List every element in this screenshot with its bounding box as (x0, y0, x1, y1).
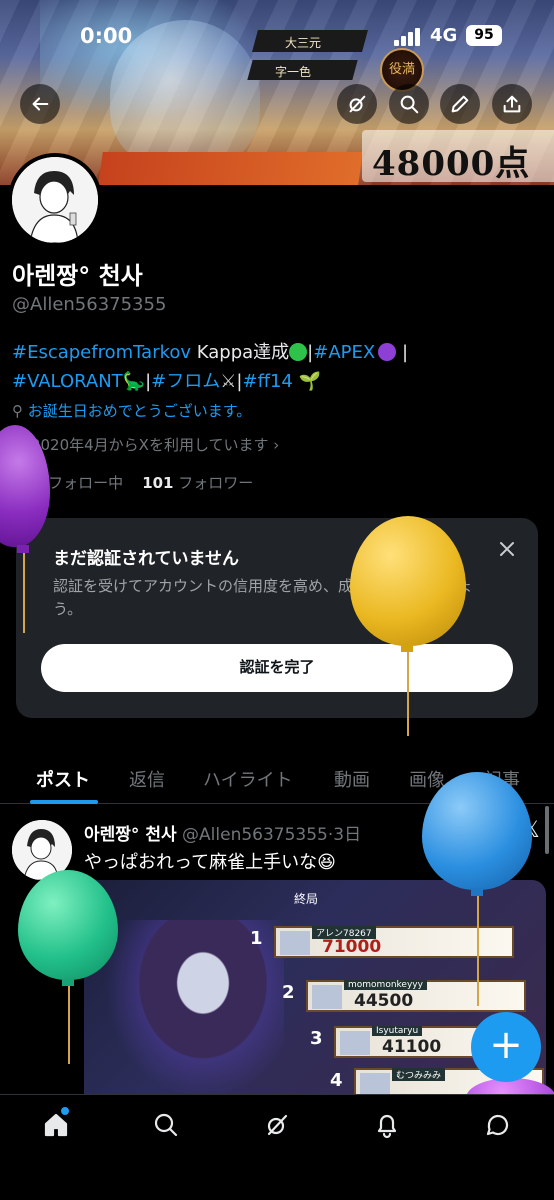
back-button[interactable] (20, 84, 60, 124)
back-arrow-icon (32, 97, 49, 111)
media-rank-row: 2 momomonkeyyy 44500 (282, 980, 526, 1012)
verify-card: まだ認証されていません 認証を受けてアカウントの信用度を高め、成長につなげましょ… (16, 518, 538, 718)
share-icon (503, 95, 521, 113)
banner-red-strip (97, 152, 363, 185)
pencil-icon (451, 95, 469, 113)
active-tab-indicator (30, 800, 98, 804)
media-player-name: むつみみみ (392, 1068, 446, 1081)
purple-circle-emoji (378, 343, 397, 361)
profile-avatar[interactable] (8, 153, 102, 247)
media-rank: 2 (282, 982, 295, 1003)
nav-search[interactable] (152, 1111, 180, 1139)
profile-bio: #EscapefromTarkov Kappa達成 |#APEX | #VALOR… (12, 342, 409, 392)
bell-icon (377, 1114, 397, 1139)
followers-count: 101 (142, 474, 174, 492)
joined-text: 2020年4月からXを利用しています (30, 436, 269, 454)
media-avatar (312, 985, 342, 1009)
birthday-text: お誕生日おめでとうございます。 (27, 402, 252, 420)
bio-hashtag-apex[interactable]: #APEX (313, 342, 375, 363)
birthday-row: ⚲ お誕生日おめでとうございます。 (12, 400, 251, 421)
avatar-drawing (12, 157, 98, 243)
following-label: フォロー中 (48, 474, 124, 492)
grok-icon (267, 1114, 288, 1136)
profile-handle: @Allen56375355 (12, 294, 167, 315)
followers-link[interactable]: 101 フォロワー (142, 474, 253, 492)
seedling-emoji: 🌱 (298, 371, 322, 392)
media-player-score: 44500 (354, 991, 414, 1011)
nav-home[interactable] (42, 1111, 70, 1139)
media-avatar (340, 1031, 370, 1055)
banner-score: 48000点 (372, 144, 531, 184)
home-icon (44, 1113, 68, 1137)
media-rank: 4 (330, 1070, 343, 1091)
tab-replies[interactable]: 返信 (129, 766, 165, 792)
nav-grok[interactable] (263, 1111, 291, 1139)
search-icon (154, 1113, 178, 1137)
banner-plate-2-text: 字一色 (275, 65, 312, 79)
post-time: ·3日 (327, 825, 362, 845)
followers-label: フォロワー (178, 474, 254, 492)
media-rank: 1 (250, 928, 263, 949)
post-header: 아렌짱° 천사 @Allen56375355·3日 (84, 820, 361, 845)
bio-hashtag-ff14[interactable]: #ff14 (242, 371, 292, 392)
location-pin-icon: ⚲ (12, 402, 23, 420)
compose-button[interactable]: + (471, 1012, 541, 1082)
status-bar: 0:00 4G 95 (0, 22, 554, 56)
media-avatar (360, 1073, 390, 1094)
chevron-right-icon: › (273, 436, 280, 454)
green-circle-emoji (289, 343, 308, 361)
tab-highlights[interactable]: ハイライト (203, 766, 293, 792)
network-label: 4G (430, 25, 458, 46)
signal-icon (394, 28, 424, 46)
media-rank: 3 (310, 1028, 323, 1049)
bio-hashtag-from[interactable]: #フロム (151, 371, 220, 392)
media-header: 終局 (294, 892, 319, 906)
post-text: やっぱおれって麻雀上手いな😆 (84, 852, 336, 873)
plus-icon: + (489, 1022, 523, 1068)
bio-text-kappa: Kappa達成 (191, 342, 290, 363)
media-player-score: 71000 (322, 937, 382, 957)
message-icon (486, 1114, 509, 1136)
dinosaur-emoji: 🦕 (122, 371, 146, 392)
post-author-handle[interactable]: @Allen56375355 (182, 825, 328, 845)
bio-hashtag-tarkov[interactable]: #EscapefromTarkov (12, 342, 191, 363)
share-button[interactable] (492, 84, 532, 124)
edit-button[interactable] (440, 84, 480, 124)
bio-hashtag-valorant[interactable]: #VALORANT (12, 371, 123, 392)
media-player-name: momomonkeyyy (344, 980, 427, 990)
profile-display-name: 아렌짱° 천사 (12, 262, 143, 290)
crossed-swords-emoji: ⚔ (220, 371, 237, 392)
bottom-nav (0, 1094, 554, 1200)
battery-icon: 95 (466, 25, 502, 46)
bio-line1-end: | (396, 342, 409, 363)
status-time: 0:00 (80, 24, 133, 48)
complete-verification-button[interactable]: 認証を完了 (41, 644, 513, 692)
grok-button[interactable] (337, 84, 377, 124)
nav-notifications[interactable] (373, 1111, 401, 1139)
post-author-name[interactable]: 아렌짱° 천사 (84, 825, 177, 845)
joined-row[interactable]: ▢ 2020年4月からXを利用しています › (12, 434, 279, 455)
verify-card-title: まだ認証されていません (53, 549, 239, 569)
nav-home-badge (61, 1107, 69, 1115)
media-player-name: Isyutaryu (372, 1026, 423, 1036)
grok-icon (349, 95, 366, 113)
scrollbar[interactable] (545, 806, 549, 854)
media-player-score: 41100 (382, 1037, 442, 1057)
tab-videos[interactable]: 動画 (334, 766, 370, 792)
close-icon[interactable] (498, 540, 516, 558)
banner-score-box: 48000点 (362, 130, 554, 184)
nav-messages[interactable] (484, 1111, 512, 1139)
media-avatar (280, 931, 310, 955)
search-button[interactable] (389, 84, 429, 124)
tab-posts[interactable]: ポスト (36, 766, 90, 792)
search-icon (400, 95, 419, 114)
